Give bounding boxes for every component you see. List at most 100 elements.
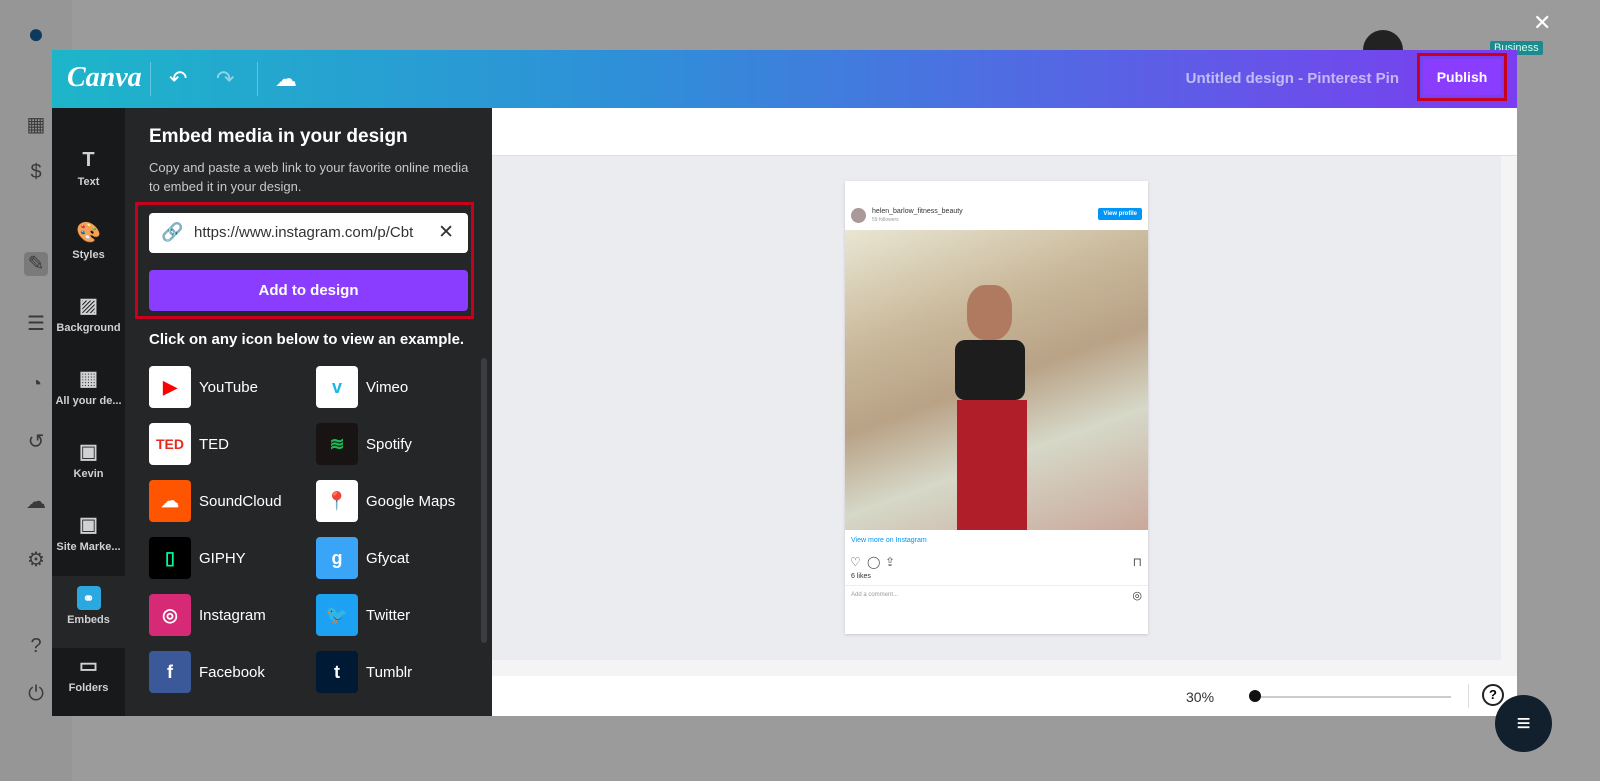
embed-facebook[interactable]: f Facebook xyxy=(149,651,265,693)
rail-item-all-your-de-[interactable]: ▦ All your de... xyxy=(52,357,125,429)
publish-label: Publish xyxy=(1423,59,1501,95)
design-title[interactable]: Untitled design - Pinterest Pin xyxy=(1186,70,1399,87)
rail-icon: ▦ xyxy=(79,368,98,390)
help-icon[interactable]: ? xyxy=(24,634,48,658)
google-maps-icon: 📍 xyxy=(316,480,358,522)
horizontal-scrollbar[interactable] xyxy=(492,660,1517,676)
instagram-icon[interactable]: ◎ xyxy=(1132,589,1142,602)
embed-label: Spotify xyxy=(366,435,412,453)
rail-label: All your de... xyxy=(55,395,122,407)
followers: 59 followers xyxy=(872,217,899,223)
url-value: https://www.instagram.com/p/Cbt xyxy=(194,224,414,241)
download-icon[interactable]: ☁ xyxy=(24,490,48,514)
clear-icon[interactable]: ✕ xyxy=(438,221,454,244)
view-profile-button[interactable]: View profile xyxy=(1098,208,1142,220)
embed-twitter[interactable]: 🐦 Twitter xyxy=(316,594,410,636)
rail-label: Background xyxy=(56,322,121,334)
rail-item-folders[interactable]: ▭ Folders xyxy=(52,644,125,716)
embed-label: Facebook xyxy=(199,663,265,681)
rail-label: Embeds xyxy=(67,614,110,626)
rail-label: Folders xyxy=(68,682,109,694)
panel-description: Copy and paste a web link to your favori… xyxy=(149,160,469,194)
undo-icon[interactable]: ↶ xyxy=(169,66,187,92)
like-icon[interactable]: ♡ xyxy=(850,555,861,569)
embed-instagram[interactable]: ◎ Instagram xyxy=(149,594,266,636)
close-modal-icon[interactable]: ✕ xyxy=(1533,10,1551,36)
cloud-saved-icon[interactable]: ☁ xyxy=(275,66,297,92)
canva-logo[interactable]: Canva xyxy=(67,62,142,94)
embed-panel: Embed media in your design Copy and past… xyxy=(125,108,492,716)
link-icon: 🔗 xyxy=(161,222,184,242)
embed-giphy[interactable]: ▯ GIPHY xyxy=(149,537,246,579)
menu-fab[interactable]: ≡ xyxy=(1495,695,1552,752)
power-icon[interactable]: ⏻ xyxy=(24,682,48,706)
add-to-design-button[interactable]: Add to design xyxy=(149,270,468,311)
rail-item-embeds[interactable]: ⚭ Embeds xyxy=(52,576,125,648)
rail-icon: ▭ xyxy=(79,655,98,677)
embed-spotify[interactable]: ≋ Spotify xyxy=(316,423,412,465)
post-photo xyxy=(845,230,1148,530)
editor-header: Canva ↶ ↷ ☁ Untitled design - Pinterest … xyxy=(52,50,1517,108)
embed-ted[interactable]: TED TED xyxy=(149,423,229,465)
history-icon[interactable]: ↺ xyxy=(24,430,48,454)
rail-item-kevin[interactable]: ▣ Kevin xyxy=(52,430,125,502)
examples-hint: Click on any icon below to view an examp… xyxy=(149,331,465,348)
embed-tumblr[interactable]: t Tumblr xyxy=(316,651,412,693)
embed-label: Gfycat xyxy=(366,549,410,567)
rail-label: Kevin xyxy=(73,468,104,480)
embed-vimeo[interactable]: v Vimeo xyxy=(316,366,408,408)
rss-icon[interactable]: ◔ xyxy=(24,372,48,396)
instagram-embed[interactable]: helen_barlow_fitness_beauty 59 followers… xyxy=(845,181,1148,634)
panel-title: Embed media in your design xyxy=(149,126,408,147)
instagram-icon: ◎ xyxy=(149,594,191,636)
rail-icon: ⚭ xyxy=(76,586,101,610)
zoom-slider-handle[interactable] xyxy=(1249,690,1261,702)
editor-icon[interactable]: ✎ xyxy=(24,252,48,276)
publish-button[interactable]: Publish xyxy=(1417,53,1507,101)
rail-icon: ▨ xyxy=(79,295,98,317)
settings-icon[interactable]: ⚙ xyxy=(24,548,48,572)
embed-label: GIPHY xyxy=(199,549,246,567)
rail-item-site-marke-[interactable]: ▣ Site Marke... xyxy=(52,503,125,575)
zoom-value[interactable]: 30% xyxy=(1186,689,1214,705)
panel-scrollbar[interactable] xyxy=(481,358,487,643)
vertical-scrollbar[interactable] xyxy=(1501,156,1517,664)
dashboard-icon[interactable]: ▦ xyxy=(24,113,48,137)
embed-label: Google Maps xyxy=(366,492,456,510)
tumblr-icon: t xyxy=(316,651,358,693)
embed-gfycat[interactable]: g Gfycat xyxy=(316,537,409,579)
giphy-icon: ▯ xyxy=(149,537,191,579)
youtube-icon: ▶ xyxy=(149,366,191,408)
view-more-link[interactable]: View more on Instagram xyxy=(851,537,927,544)
app-logo-icon: ● xyxy=(27,18,45,49)
billing-icon[interactable]: $ xyxy=(24,160,48,184)
help-button[interactable]: ? xyxy=(1482,684,1504,706)
embed-soundcloud[interactable]: ☁ SoundCloud xyxy=(149,480,282,522)
canva-modal: Canva ↶ ↷ ☁ Untitled design - Pinterest … xyxy=(52,50,1517,716)
comment-input[interactable]: Add a comment... xyxy=(851,592,898,598)
embed-google-maps[interactable]: 📍 Google Maps xyxy=(316,480,455,522)
gfycat-icon: g xyxy=(316,537,358,579)
embed-youtube[interactable]: ▶ YouTube xyxy=(149,366,258,408)
embed-label: Tumblr xyxy=(366,663,413,681)
rail-item-text[interactable]: T Text xyxy=(52,138,125,210)
bottom-bar: 30% ? xyxy=(492,676,1517,716)
rail-icon: 🎨 xyxy=(76,222,101,244)
likes-count: 6 likes xyxy=(851,573,871,580)
comment-icon[interactable]: ◯ xyxy=(867,555,880,569)
bookmark-icon[interactable]: ⊓ xyxy=(1133,555,1142,569)
redo-icon[interactable]: ↷ xyxy=(216,66,234,92)
embed-label: Vimeo xyxy=(366,378,409,396)
zoom-slider[interactable] xyxy=(1254,696,1451,698)
embed-label: Instagram xyxy=(199,606,266,624)
username: helen_barlow_fitness_beauty xyxy=(872,208,963,215)
url-input[interactable]: 🔗 https://www.instagram.com/p/Cbt ✕ xyxy=(149,213,468,253)
rail-item-styles[interactable]: 🎨 Styles xyxy=(52,211,125,283)
list-icon[interactable]: ☰ xyxy=(24,312,48,336)
vimeo-icon: v xyxy=(316,366,358,408)
share-icon[interactable]: ⇪ xyxy=(885,555,895,569)
rail-item-background[interactable]: ▨ Background xyxy=(52,284,125,356)
embed-label: SoundCloud xyxy=(199,492,282,510)
canvas-toolbar xyxy=(492,108,1517,156)
rail-icon: T xyxy=(82,149,95,171)
